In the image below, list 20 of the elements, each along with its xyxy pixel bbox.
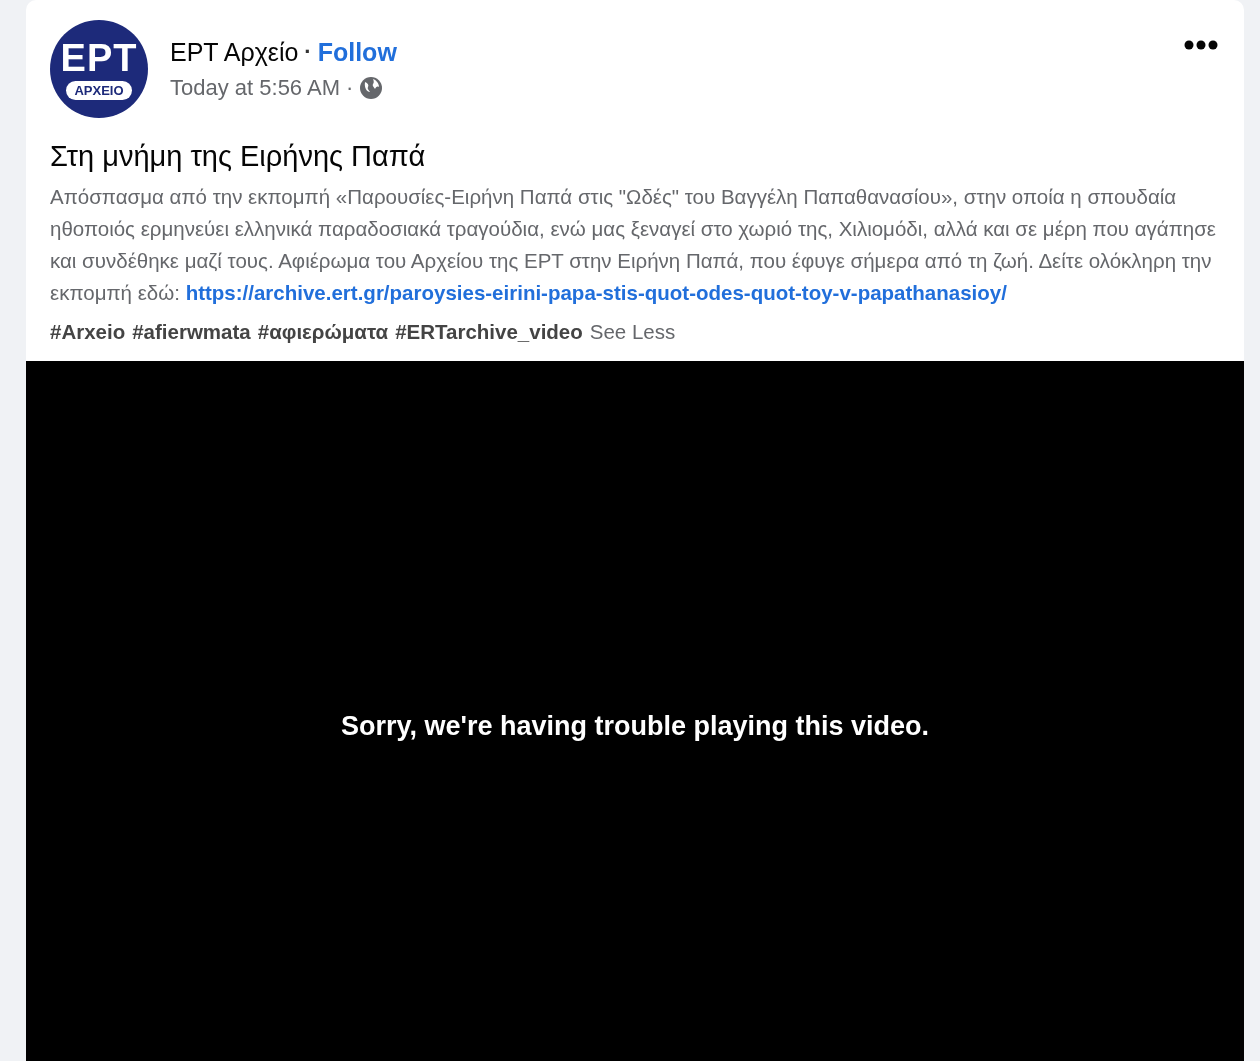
follow-link[interactable]: Follow <box>317 37 397 67</box>
hashtag-link[interactable]: #afierwmata <box>132 317 251 347</box>
separator-dot: · <box>304 39 312 65</box>
hashtag-link[interactable]: #Arxeio <box>50 317 126 347</box>
video-error-message: Sorry, we're having trouble playing this video. <box>340 710 929 742</box>
hashtag-link[interactable]: #ERTarchive_video <box>395 317 583 347</box>
page-name[interactable]: ΕΡΤ Αρχείο <box>170 37 299 67</box>
logo-text: ΕΡΤ <box>60 38 138 77</box>
more-icon <box>1184 40 1218 50</box>
post-timestamp[interactable]: Today at 5:56 AM <box>170 74 340 101</box>
video-player[interactable]: Sorry, we're having trouble playing this video. <box>26 361 1244 1061</box>
page-avatar[interactable]: ΕΡΤ ΑΡΧΕΙΟ <box>50 20 148 118</box>
post-title: Στη μνήμη της Ειρήνης Παπά <box>50 140 427 173</box>
archive-link[interactable]: https://archive.ert.gr/paroysies-eirini-papa-stis-quot-odes-quot-toy-v-papathanasioy/ <box>185 281 1007 304</box>
logo-badge: ΑΡΧΕΙΟ <box>66 80 132 100</box>
see-less-link[interactable]: See Less <box>589 317 676 347</box>
post-description: Απόσπασμα από την εκπομπή «Παρουσίες-Ειρήνη Παπά στις "Ωδές" του Βαγγέλη Παπαθανασίου», στην οποία η σπουδαία ηθοποιός ερμηνεύει ελληνικά παραδοσιακά τραγούδια, ενώ μας ξεναγεί στο χωριό της, Χιλιομόδι, αλλά και σε μέρη που αγάπησε και συνδέθηκε μαζί τους. Αφιέρωμα του Αρχείου της ΕΡΤ στην Ειρήνη Παπά, που έφυγε σήμερα από τη ζωή. Δείτε ολόκληρη την εκπομπή εδώ: https://archive.ert.gr/paroysies-eirini-papa-stis-quot-odes-quot-toy-v-papathanasioy/ <box>50 184 1217 306</box>
separator-dot: · <box>346 74 354 101</box>
hashtag-link[interactable]: #αφιερώματα <box>257 317 389 347</box>
globe-icon <box>359 75 384 100</box>
